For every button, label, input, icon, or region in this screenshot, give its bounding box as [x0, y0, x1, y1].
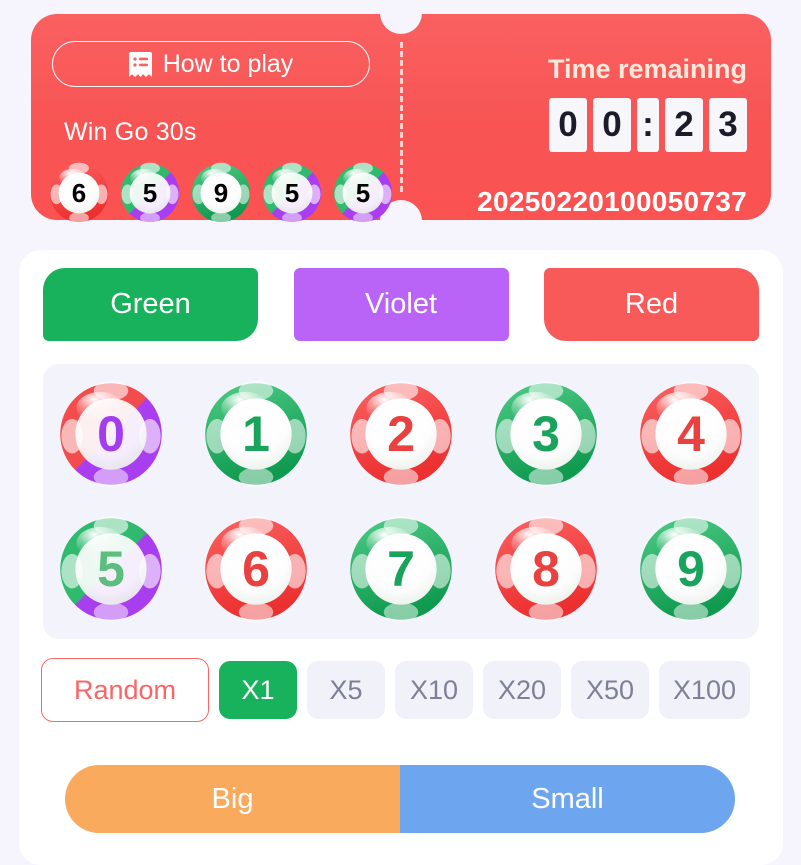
number-grid-row-2: 5 6 7 8 9: [57, 515, 745, 623]
multiplier-x1-button[interactable]: X1: [219, 661, 297, 719]
period-id: 20250220100050737: [477, 186, 747, 217]
number-ball-7[interactable]: 7: [347, 515, 455, 623]
how-to-play-label: How to play: [162, 49, 294, 78]
time-remaining-label: Time remaining: [547, 54, 747, 84]
big-small-row: Big Small: [65, 765, 735, 833]
history-ball: 5: [332, 162, 394, 224]
bet-red-button[interactable]: Red: [544, 268, 759, 341]
multiplier-x50-button[interactable]: X50: [571, 661, 649, 719]
number-grid: 0 1 2 3 4 5 6 7 8 9: [43, 364, 759, 639]
history-ball: 9: [190, 162, 252, 224]
betting-card: Green Violet Red 0 1 2 3 4 5 6 7 8 9 Ran…: [19, 250, 783, 865]
number-ball-6[interactable]: 6: [202, 515, 310, 623]
number-grid-row-1: 0 1 2 3 4: [57, 380, 745, 488]
multiplier-x5-button[interactable]: X5: [307, 661, 385, 719]
history-ball: 6: [48, 162, 110, 224]
color-bet-row: Green Violet Red: [43, 268, 759, 341]
history-ball: 5: [119, 162, 181, 224]
timer-digit-minute-tens: 0: [549, 98, 587, 152]
timer-digit-second-ones: 3: [709, 98, 747, 152]
rules-book-icon: [128, 51, 152, 77]
number-ball-1[interactable]: 1: [202, 380, 310, 488]
random-button[interactable]: Random: [41, 658, 209, 722]
bet-big-button[interactable]: Big: [65, 765, 400, 833]
number-ball-4[interactable]: 4: [637, 380, 745, 488]
timer-digit-minute-ones: 0: [593, 98, 631, 152]
result-history-list: 6 5 9 5 5: [48, 162, 394, 224]
multiplier-row: Random X1 X5 X10 X20 X50 X100: [41, 658, 761, 722]
game-title: Win Go 30s: [64, 118, 197, 146]
how-to-play-button[interactable]: How to play: [52, 41, 370, 87]
countdown-timer: 0 0 : 2 3: [549, 98, 747, 152]
number-ball-3[interactable]: 3: [492, 380, 600, 488]
history-ball: 5: [261, 162, 323, 224]
number-ball-8[interactable]: 8: [492, 515, 600, 623]
number-ball-9[interactable]: 9: [637, 515, 745, 623]
timer-digit-second-tens: 2: [665, 98, 703, 152]
game-header-ticket: How to play Win Go 30s 6 5 9 5 5 Time re…: [31, 13, 771, 224]
number-ball-5[interactable]: 5: [57, 515, 165, 623]
bet-small-button[interactable]: Small: [400, 765, 735, 833]
bet-violet-button[interactable]: Violet: [293, 268, 509, 341]
multiplier-x10-button[interactable]: X10: [395, 661, 473, 719]
ticket-perforation-divider: [400, 42, 403, 192]
multiplier-x20-button[interactable]: X20: [483, 661, 561, 719]
bet-green-button[interactable]: Green: [43, 268, 258, 341]
multiplier-x100-button[interactable]: X100: [659, 661, 751, 719]
number-ball-2[interactable]: 2: [347, 380, 455, 488]
number-ball-0[interactable]: 0: [57, 380, 165, 488]
timer-colon: :: [637, 98, 659, 152]
